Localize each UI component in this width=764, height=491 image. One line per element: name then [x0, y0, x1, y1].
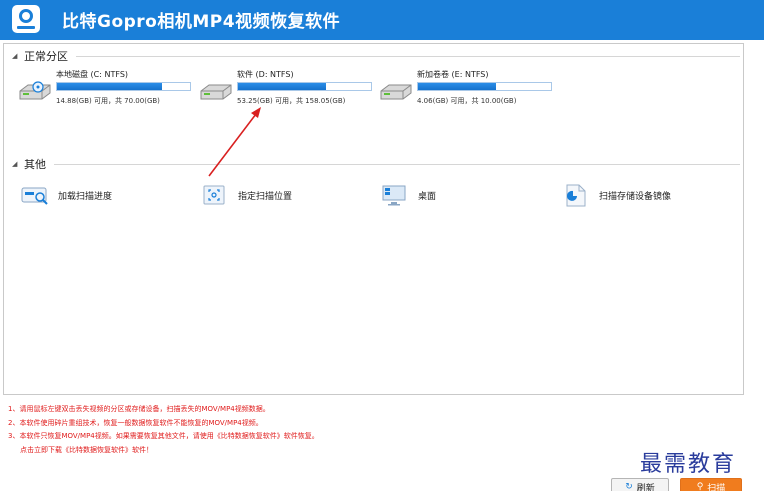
collapse-triangle-icon[interactable]: ◢: [12, 52, 24, 60]
load-progress-icon: [21, 187, 48, 205]
drive-size-text: 14.88(GB) 可用，共 70.00(GB): [56, 97, 160, 105]
refresh-label: 刷新: [636, 483, 655, 491]
drive-name: 本地磁盘 (C: NTFS): [56, 70, 129, 79]
hard-drive-icon: [200, 84, 232, 100]
desktop-icon: [382, 185, 406, 206]
partitions-group-title: 正常分区: [24, 50, 68, 63]
main-panel: ◢ 正常分区 本地磁盘 (C: NTFS) 14.88(GB) 可用，共 70.…: [3, 43, 744, 395]
drive-usage-bar: [417, 82, 552, 91]
app-logo-icon: [12, 5, 40, 33]
tool-label: 指定扫描位置: [238, 191, 293, 202]
desktop-button[interactable]: 桌面: [380, 180, 436, 210]
refresh-button[interactable]: ↻ 刷新: [611, 478, 669, 491]
app-title: 比特Gopro相机MP4视频恢复软件: [62, 12, 341, 32]
group-divider: [54, 163, 740, 165]
other-group-header[interactable]: ◢ 其他: [12, 156, 740, 172]
disk-image-icon: [566, 184, 586, 207]
target-location-icon: [203, 185, 225, 205]
drive-size-text: 53.25(GB) 可用，共 158.05(GB): [237, 97, 346, 105]
hard-drive-icon: [380, 84, 412, 100]
refresh-icon: ↻: [625, 482, 633, 491]
tool-label: 加载扫描进度: [58, 191, 113, 202]
group-divider: [76, 55, 740, 57]
other-group-title: 其他: [24, 158, 46, 171]
note-line: 3、本软件只恢复MOV/MP4视频。如果需要恢复其他文件，请使用《比特数据恢复软…: [8, 432, 319, 440]
tool-label: 桌面: [418, 191, 437, 202]
partitions-group-header[interactable]: ◢ 正常分区: [12, 48, 740, 64]
tool-label: 扫描存储设备镜像: [599, 191, 672, 202]
scan-disk-image-button[interactable]: 扫描存储设备镜像: [561, 180, 671, 210]
hard-drive-icon: [19, 81, 51, 100]
load-scan-progress-button[interactable]: 加载扫描进度: [20, 180, 112, 210]
drive-item-e[interactable]: 新加卷卷 (E: NTFS) 4.06(GB) 可用，共 10.00(GB): [379, 69, 559, 115]
watermark: 最需教育: [640, 452, 737, 477]
search-icon: ⚲: [696, 482, 704, 491]
drive-item-c[interactable]: 本地磁盘 (C: NTFS) 14.88(GB) 可用，共 70.00(GB): [18, 69, 198, 115]
title-bar: 比特Gopro相机MP4视频恢复软件: [0, 0, 764, 40]
drive-name: 软件 (D: NTFS): [237, 70, 294, 79]
specify-scan-location-button[interactable]: 指定扫描位置: [200, 180, 292, 210]
drive-usage-bar: [237, 82, 372, 91]
drive-size-text: 4.06(GB) 可用，共 10.00(GB): [417, 97, 517, 105]
scan-button[interactable]: ⚲ 扫描: [680, 478, 742, 491]
drive-usage-bar: [56, 82, 191, 91]
note-line: 1、请用鼠标左键双击丢失视频的分区或存储设备，扫描丢失的MOV/MP4视频数据。: [8, 405, 270, 413]
instructions-notes: 1、请用鼠标左键双击丢失视频的分区或存储设备，扫描丢失的MOV/MP4视频数据。…: [8, 403, 568, 457]
drive-name: 新加卷卷 (E: NTFS): [417, 70, 489, 79]
download-link[interactable]: 点击立即下载《比特数据恢复软件》软件！: [8, 444, 568, 458]
collapse-triangle-icon[interactable]: ◢: [12, 160, 24, 168]
drive-item-d[interactable]: 软件 (D: NTFS) 53.25(GB) 可用，共 158.05(GB): [199, 69, 379, 115]
scan-label: 扫描: [707, 483, 726, 491]
note-line: 2、本软件使用碎片重组技术，恢复一般数据恢复软件不能恢复的MOV/MP4视频。: [8, 418, 263, 427]
